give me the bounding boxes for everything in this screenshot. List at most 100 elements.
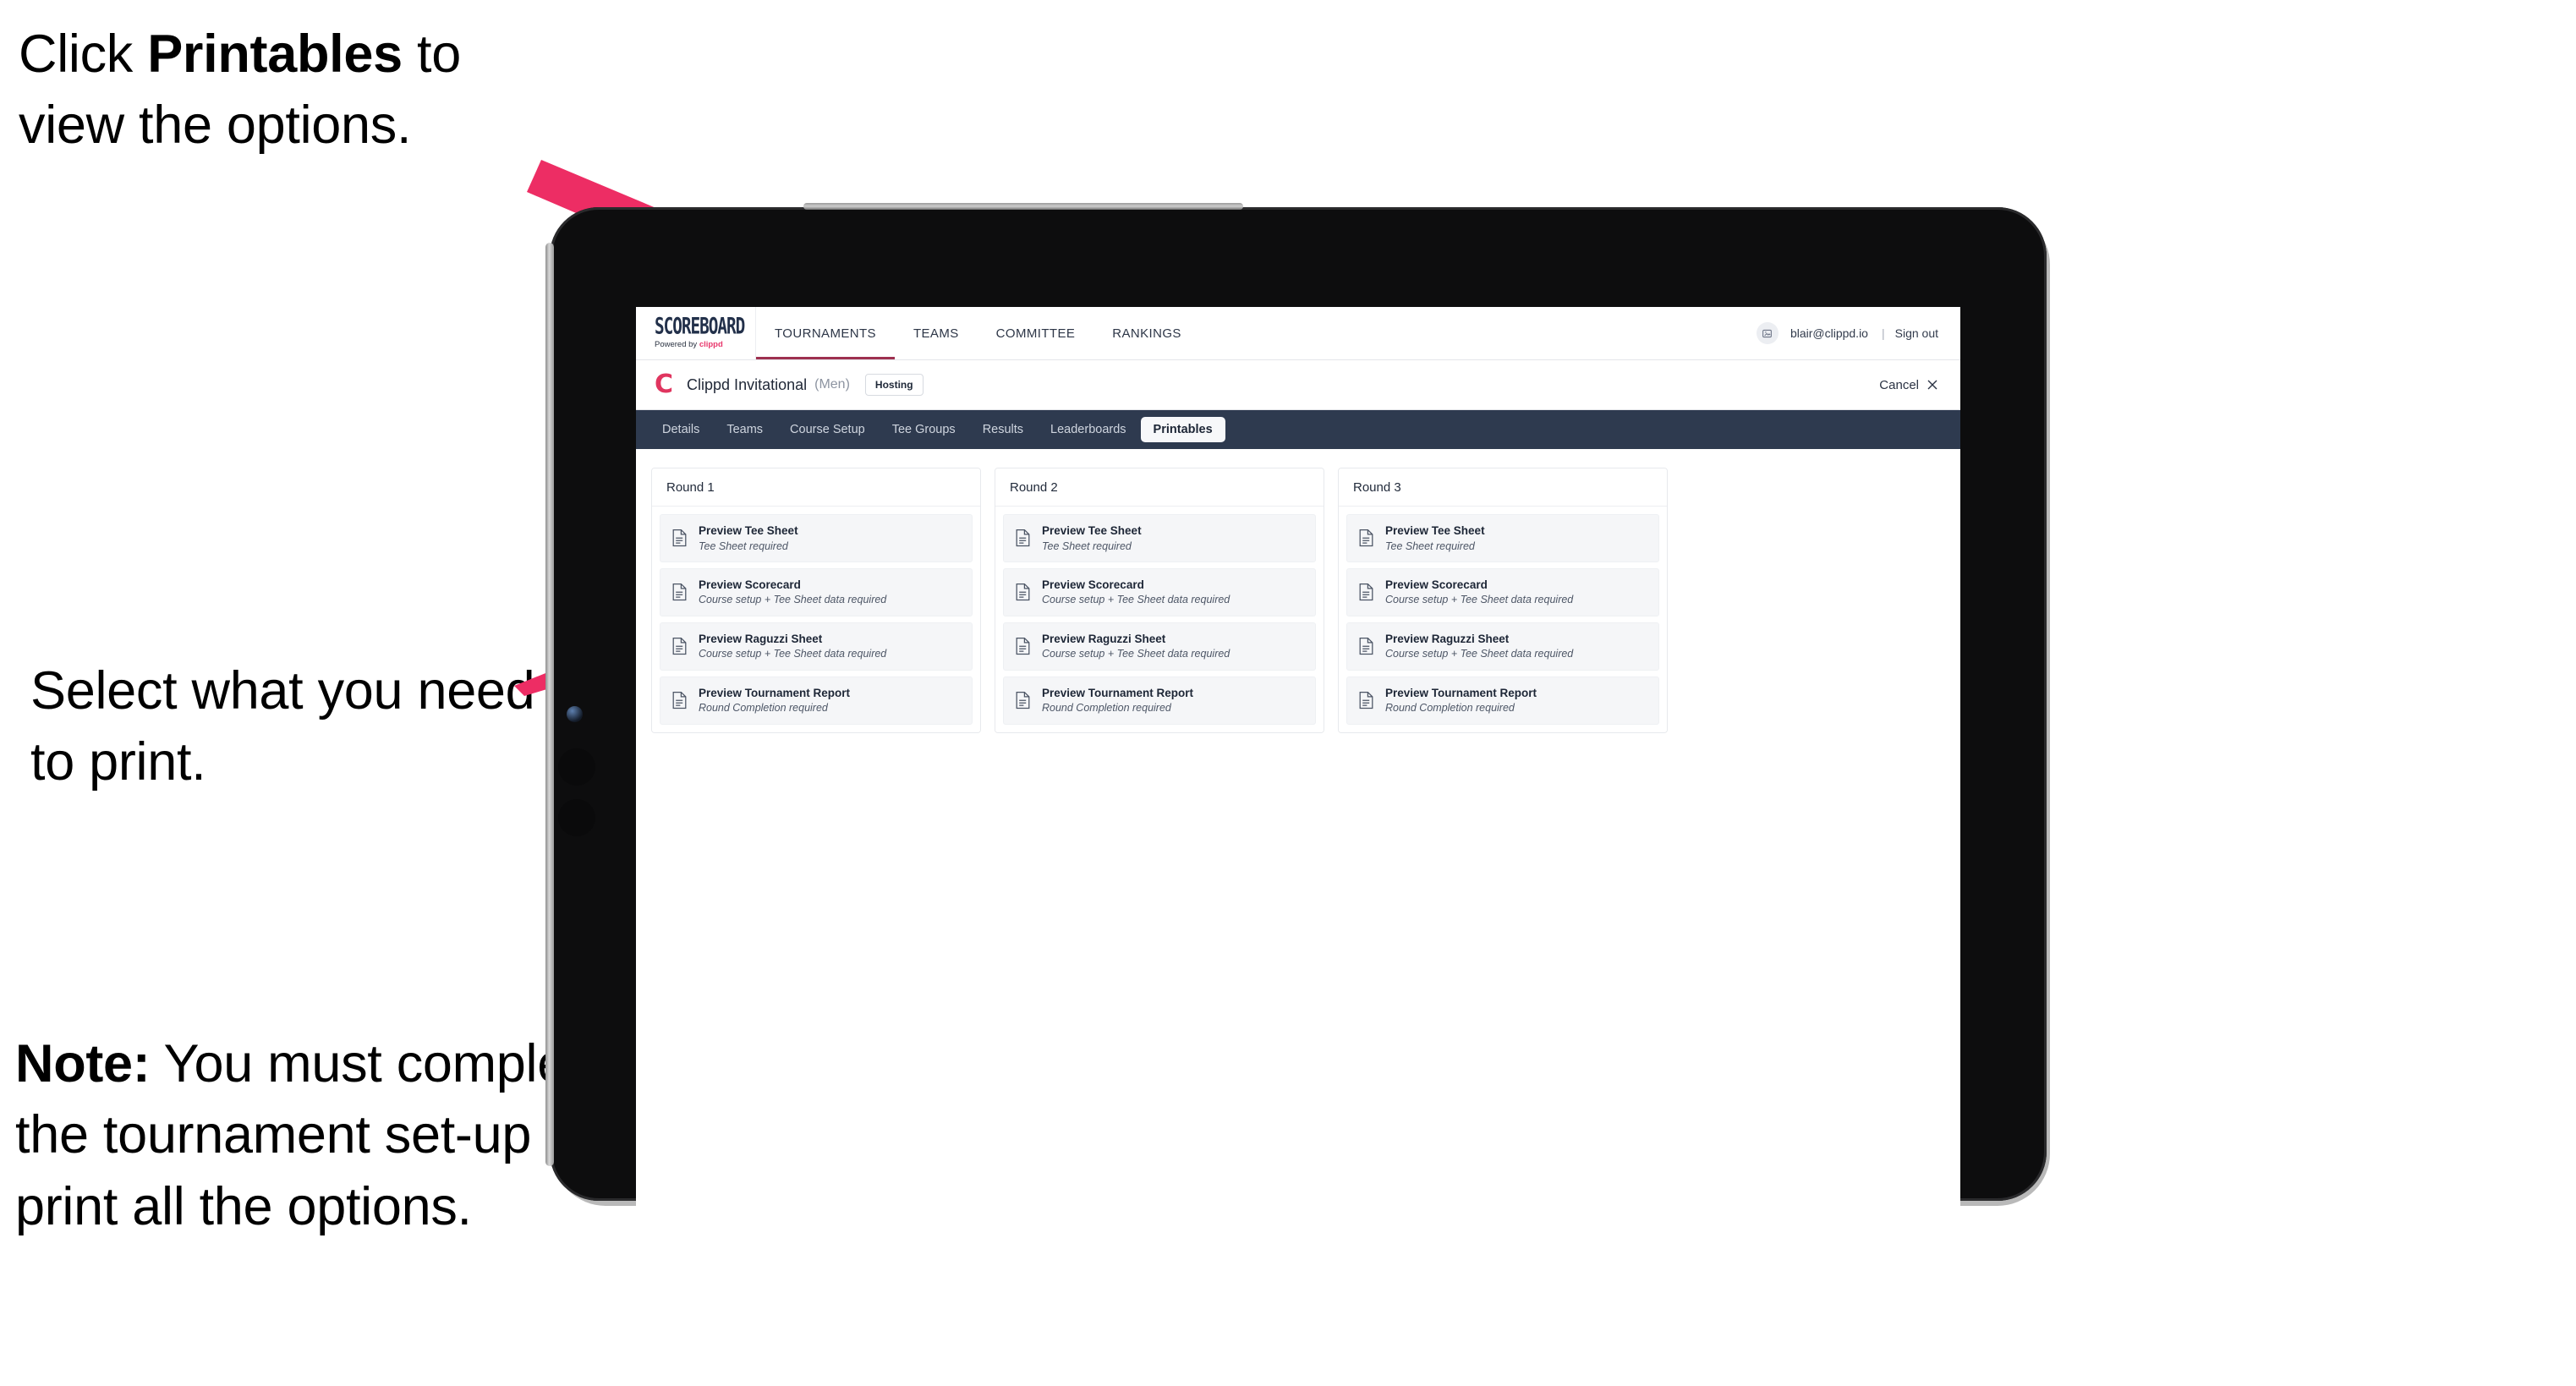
printable-item-description: Tee Sheet required <box>1042 540 1132 552</box>
tab-details-label: Details <box>662 423 700 436</box>
tab-teams-label: Teams <box>726 423 764 436</box>
printable-item-title: Preview Tee Sheet <box>1385 524 1485 537</box>
tab-leaderboards[interactable]: Leaderboards <box>1038 417 1139 442</box>
callout-select-what-to-print: Select what you need to print. <box>30 661 535 792</box>
printable-item[interactable]: Preview Scorecard Course setup + Tee Shee… <box>660 567 973 616</box>
printable-item-title: Preview Tournament Report <box>1042 686 1194 699</box>
close-icon <box>1927 380 1937 390</box>
printables-round-columns: Round 1 Preview Tee Sheet Tee Sheet requir… <box>636 449 1960 733</box>
tournament-name: Clippd Invitational <box>687 375 808 393</box>
printable-item-title: Preview Raguzzi Sheet <box>1385 632 1510 645</box>
round-header: Round 3 <box>1339 468 1667 507</box>
printable-item-description: Course setup + Tee Sheet data required <box>1042 594 1230 606</box>
nav-link-rankings[interactable]: RANKINGS <box>1093 307 1200 359</box>
nav-link-committee-label: COMMITTEE <box>995 326 1076 341</box>
nav-link-tournaments-label: TOURNAMENTS <box>775 326 876 341</box>
tournament-gender: (Men) <box>814 377 850 392</box>
printable-item[interactable]: Preview Raguzzi Sheet Course setup + Tee … <box>660 622 973 671</box>
callout-click-printables: Click Printables to view the options. <box>19 19 568 162</box>
printable-item-title: Preview Tee Sheet <box>699 524 798 537</box>
tablet-left-rail <box>545 243 554 1166</box>
nav-link-teams-label: TEAMS <box>913 326 959 341</box>
brand-tagline-prefix: Powered by <box>655 339 699 349</box>
volume-up-button[interactable] <box>558 748 595 786</box>
printable-item[interactable]: Preview Raguzzi Sheet Course setup + Tee … <box>1003 622 1316 671</box>
tablet-device: SCOREBOARD Powered by clippd TOURNAMENTS… <box>545 203 2050 1307</box>
printable-item-text: Preview Tee Sheet Tee Sheet required <box>699 524 798 552</box>
printable-item-description: Tee Sheet required <box>699 540 788 552</box>
round-column: Round 3 Preview Tee Sheet Tee Sheet requir… <box>1338 468 1668 733</box>
tab-teams[interactable]: Teams <box>714 417 776 442</box>
printable-item-text: Preview Raguzzi Sheet Course setup + Tee … <box>1042 633 1230 660</box>
printable-item[interactable]: Preview Tee Sheet Tee Sheet required <box>660 514 973 562</box>
top-navigation-bar: SCOREBOARD Powered by clippd TOURNAMENTS… <box>636 307 1960 360</box>
tab-printables[interactable]: Printables <box>1140 417 1225 442</box>
callout-1-bold: Printables <box>147 25 403 84</box>
printable-item[interactable]: Preview Tournament Report Round Completio… <box>1346 676 1659 725</box>
round-column: Round 1 Preview Tee Sheet Tee Sheet requir… <box>651 468 981 733</box>
printable-item[interactable]: Preview Scorecard Course setup + Tee Shee… <box>1346 567 1659 616</box>
round-items-list: Preview Tee Sheet Tee Sheet required Previ… <box>652 507 980 732</box>
round-items-list: Preview Tee Sheet Tee Sheet required Previ… <box>995 507 1324 732</box>
printable-item-text: Preview Tournament Report Round Completio… <box>699 687 850 715</box>
tournament-title-bar: C Clippd Invitational (Men) Hosting Canc… <box>636 360 1960 410</box>
printable-item-text: Preview Raguzzi Sheet Course setup + Tee … <box>699 633 886 660</box>
scoreboard-logo[interactable]: SCOREBOARD Powered by clippd <box>636 307 756 359</box>
tab-course-setup[interactable]: Course Setup <box>777 417 878 442</box>
printable-item-description: Round Completion required <box>699 702 828 715</box>
brand-tagline-clippd: clippd <box>699 339 723 349</box>
printable-item[interactable]: Preview Tee Sheet Tee Sheet required <box>1346 514 1659 562</box>
printable-item-description: Round Completion required <box>1042 702 1171 715</box>
document-icon <box>1015 691 1031 709</box>
printable-item-text: Preview Tee Sheet Tee Sheet required <box>1042 524 1142 552</box>
printable-item[interactable]: Preview Tournament Report Round Completio… <box>660 676 973 725</box>
document-icon <box>1015 637 1031 655</box>
user-avatar-icon[interactable] <box>1756 322 1779 344</box>
sign-out-link[interactable]: Sign out <box>1895 326 1938 340</box>
document-icon <box>1358 637 1374 655</box>
section-tab-strip: Details Teams Course Setup Tee Groups Re… <box>636 410 1960 449</box>
camera-icon <box>567 706 583 722</box>
tab-tee-groups-label: Tee Groups <box>891 423 956 436</box>
document-icon <box>671 529 688 547</box>
tab-tee-groups[interactable]: Tee Groups <box>880 417 968 442</box>
printable-item-description: Course setup + Tee Sheet data required <box>1385 648 1574 660</box>
account-separator: | <box>1881 326 1885 340</box>
printable-item-title: Preview Scorecard <box>1385 578 1488 591</box>
document-icon <box>671 583 688 601</box>
round-column: Round 2 Preview Tee Sheet Tee Sheet requir… <box>995 468 1324 733</box>
document-icon <box>671 637 688 655</box>
printable-item-description: Course setup + Tee Sheet data required <box>1385 594 1574 606</box>
account-area: blair@clippd.io | Sign out <box>1756 307 1960 359</box>
tab-leaderboards-label: Leaderboards <box>1050 423 1126 436</box>
printable-item-title: Preview Tournament Report <box>699 686 851 699</box>
printable-item-title: Preview Raguzzi Sheet <box>699 632 823 645</box>
document-icon <box>1358 583 1374 601</box>
tablet-top-rail <box>803 203 1243 210</box>
printable-item-text: Preview Tournament Report Round Completio… <box>1385 687 1537 715</box>
printable-item-title: Preview Scorecard <box>699 578 801 591</box>
nav-link-tournaments[interactable]: TOURNAMENTS <box>756 307 895 359</box>
round-items-list: Preview Tee Sheet Tee Sheet required Previ… <box>1339 507 1667 732</box>
round-header: Round 2 <box>995 468 1324 507</box>
printable-item-description: Course setup + Tee Sheet data required <box>1042 648 1230 660</box>
hosting-badge[interactable]: Hosting <box>864 374 924 396</box>
tab-details[interactable]: Details <box>649 417 712 442</box>
document-icon <box>1358 691 1374 709</box>
nav-link-committee[interactable]: COMMITTEE <box>978 307 1094 359</box>
printable-item[interactable]: Preview Scorecard Course setup + Tee Shee… <box>1003 567 1316 616</box>
printable-item[interactable]: Preview Tournament Report Round Completio… <box>1003 676 1316 725</box>
printable-item-description: Round Completion required <box>1385 702 1515 715</box>
volume-down-button[interactable] <box>558 799 595 836</box>
clippd-logo-icon: C <box>655 370 674 399</box>
printable-item[interactable]: Preview Tee Sheet Tee Sheet required <box>1003 514 1316 562</box>
nav-link-rankings-label: RANKINGS <box>1112 326 1181 341</box>
printable-item-title: Preview Scorecard <box>1042 578 1144 591</box>
printable-item-title: Preview Raguzzi Sheet <box>1042 632 1166 645</box>
printable-item[interactable]: Preview Raguzzi Sheet Course setup + Tee … <box>1346 622 1659 671</box>
cancel-button[interactable]: Cancel <box>1879 378 1938 392</box>
round-header: Round 1 <box>652 468 980 507</box>
nav-link-teams[interactable]: TEAMS <box>895 307 978 359</box>
tab-results[interactable]: Results <box>970 417 1036 442</box>
document-icon <box>1015 529 1031 547</box>
